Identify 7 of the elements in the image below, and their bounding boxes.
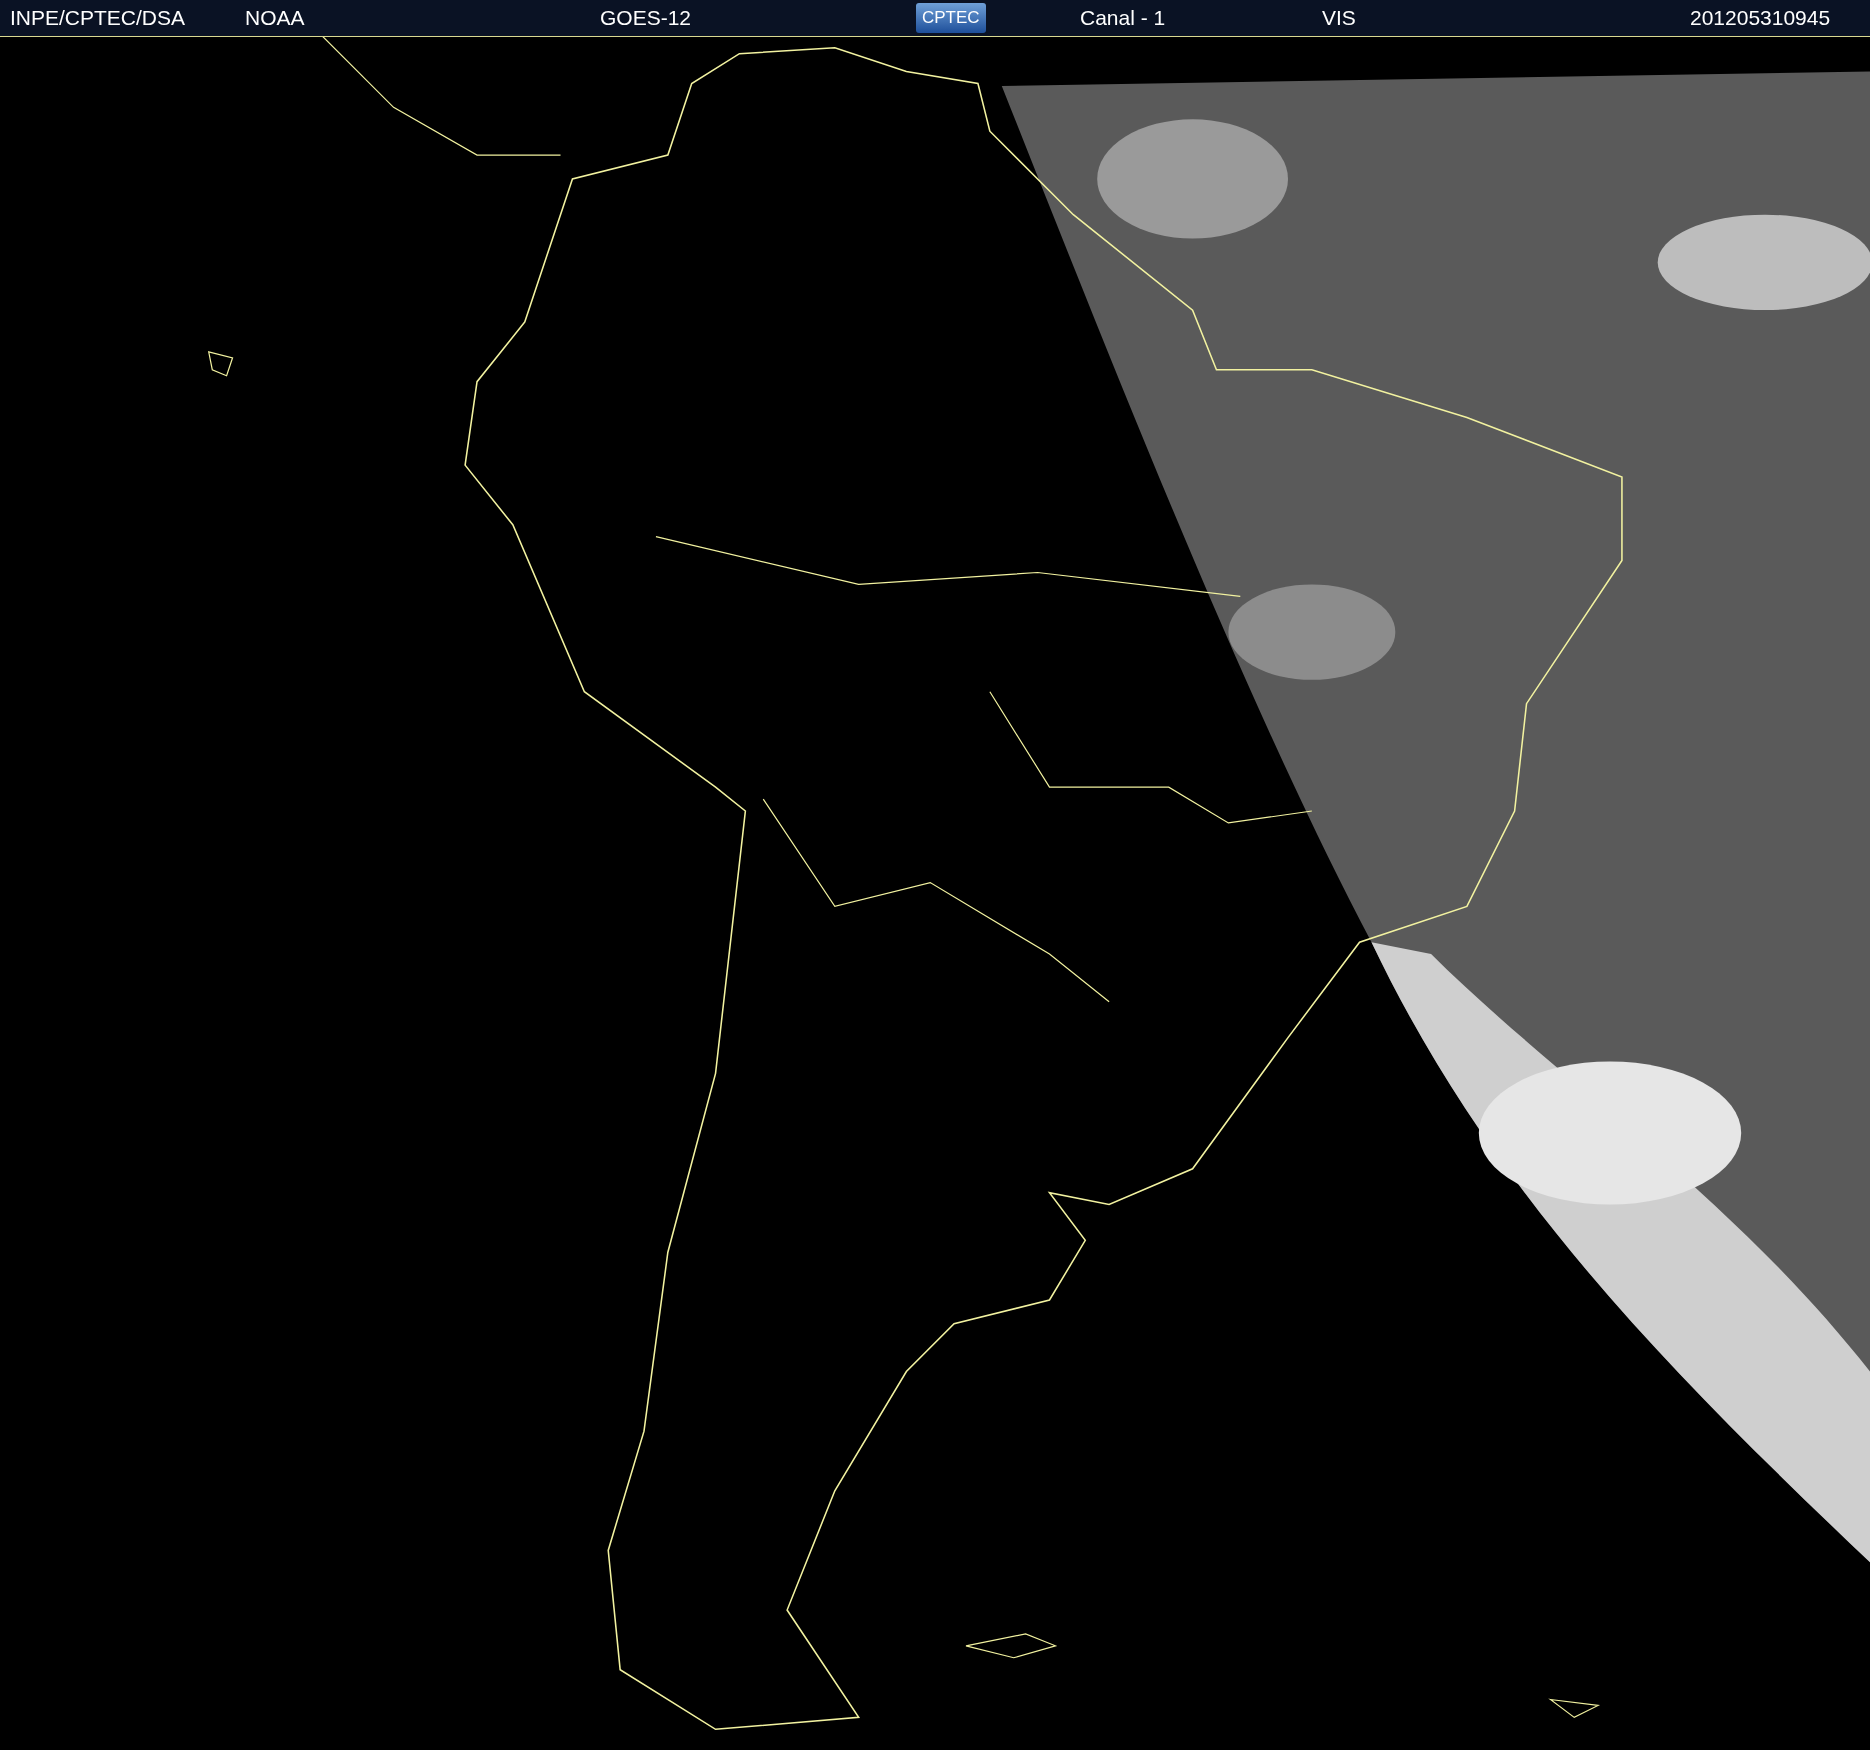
logo: CPTEC [916, 3, 986, 33]
header-label: INPE/CPTEC/DSA [10, 6, 186, 30]
header-label: NOAA [245, 6, 305, 30]
header-label: VIS [1322, 6, 1356, 30]
header-label: GOES-12 [600, 6, 692, 30]
header-label: 201205310945 [1690, 6, 1831, 30]
header-label: Canal - 1 [1080, 6, 1166, 30]
